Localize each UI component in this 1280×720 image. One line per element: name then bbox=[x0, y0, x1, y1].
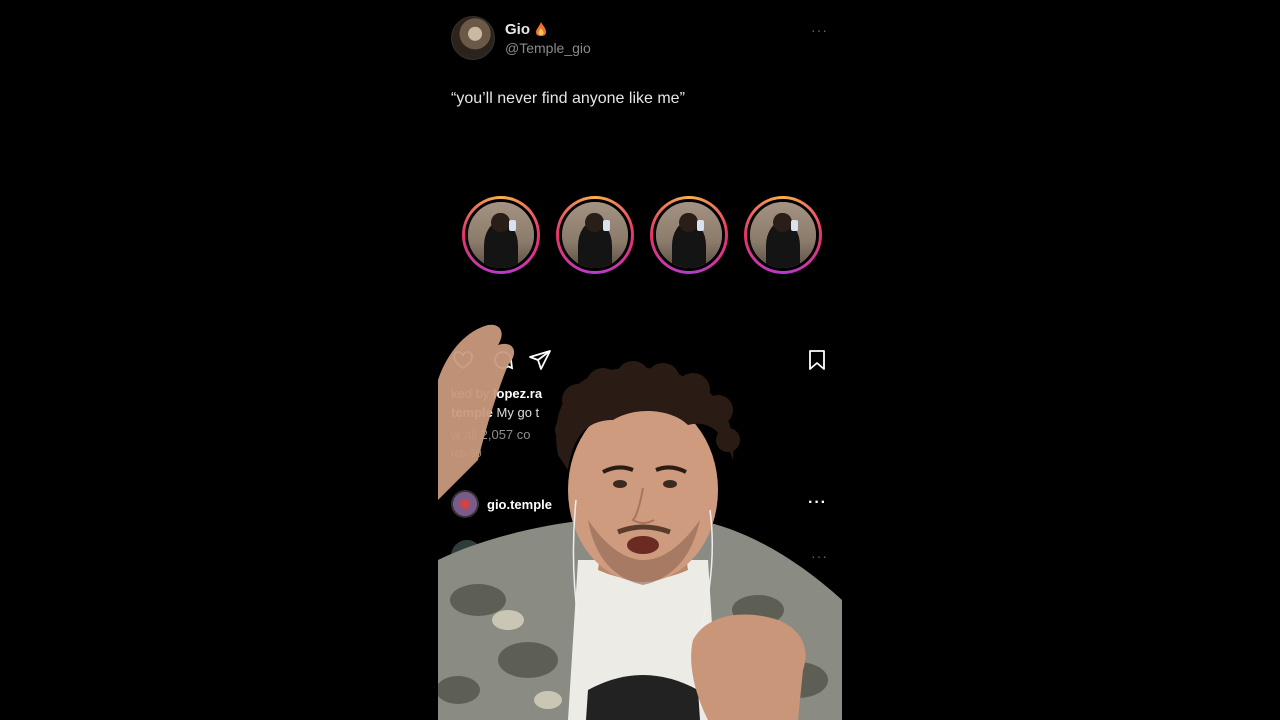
display-name-text: Gio bbox=[505, 20, 530, 38]
caption-username[interactable]: temple bbox=[451, 405, 493, 420]
story-circle[interactable] bbox=[556, 196, 634, 274]
tweet-handle[interactable]: @Temple_gio bbox=[505, 40, 591, 56]
story-highlights bbox=[462, 196, 822, 274]
post-action-bar bbox=[451, 348, 829, 374]
tweet-names: Gio @Temple_gio bbox=[505, 21, 591, 56]
story-thumbnail bbox=[653, 199, 725, 271]
comment-icon[interactable] bbox=[491, 348, 515, 372]
tweet-header: Gio @Temple_gio bbox=[451, 16, 591, 60]
tweet-more-icon[interactable]: ··· bbox=[811, 22, 828, 38]
story-circle[interactable] bbox=[744, 196, 822, 274]
story-circle[interactable] bbox=[462, 196, 540, 274]
story-circle[interactable] bbox=[650, 196, 728, 274]
likes-suffix[interactable]: 7 others bbox=[642, 386, 693, 401]
phone-screen: Gio @Temple_gio ··· “you’ll never find a… bbox=[438, 0, 842, 720]
story-thumbnail bbox=[465, 199, 537, 271]
view-comments-link[interactable]: w all 2,057 co bbox=[451, 427, 531, 442]
bookmark-icon[interactable] bbox=[805, 348, 829, 372]
next-post-username[interactable]: gio.temple bbox=[487, 497, 552, 512]
flame-icon bbox=[536, 22, 546, 36]
likes-prefix: ked by bbox=[451, 386, 493, 401]
post-date: rch 30 bbox=[451, 448, 482, 460]
tweet-text: “you’ll never find anyone like me” bbox=[451, 90, 685, 107]
tweet-display-name[interactable]: Gio bbox=[505, 21, 591, 38]
likes-line[interactable]: ked by lopez.ra 7 others bbox=[451, 386, 692, 401]
story-thumbnail bbox=[559, 199, 631, 271]
caption-text: My go t bbox=[496, 405, 540, 420]
share-icon[interactable] bbox=[528, 348, 552, 372]
next-post-avatar-2[interactable] bbox=[451, 540, 483, 572]
next-post-header: gio.temple ··· bbox=[451, 490, 831, 518]
heart-icon[interactable] bbox=[451, 348, 475, 372]
story-thumbnail bbox=[747, 199, 819, 271]
next-post-avatar[interactable] bbox=[451, 490, 479, 518]
more-icon[interactable]: ··· bbox=[808, 494, 827, 512]
likes-user[interactable]: lopez.ra bbox=[493, 386, 542, 401]
more-icon-2[interactable]: ··· bbox=[811, 548, 828, 564]
tweet-avatar[interactable] bbox=[451, 16, 495, 60]
post-caption: temple My go t bbox=[451, 405, 539, 420]
